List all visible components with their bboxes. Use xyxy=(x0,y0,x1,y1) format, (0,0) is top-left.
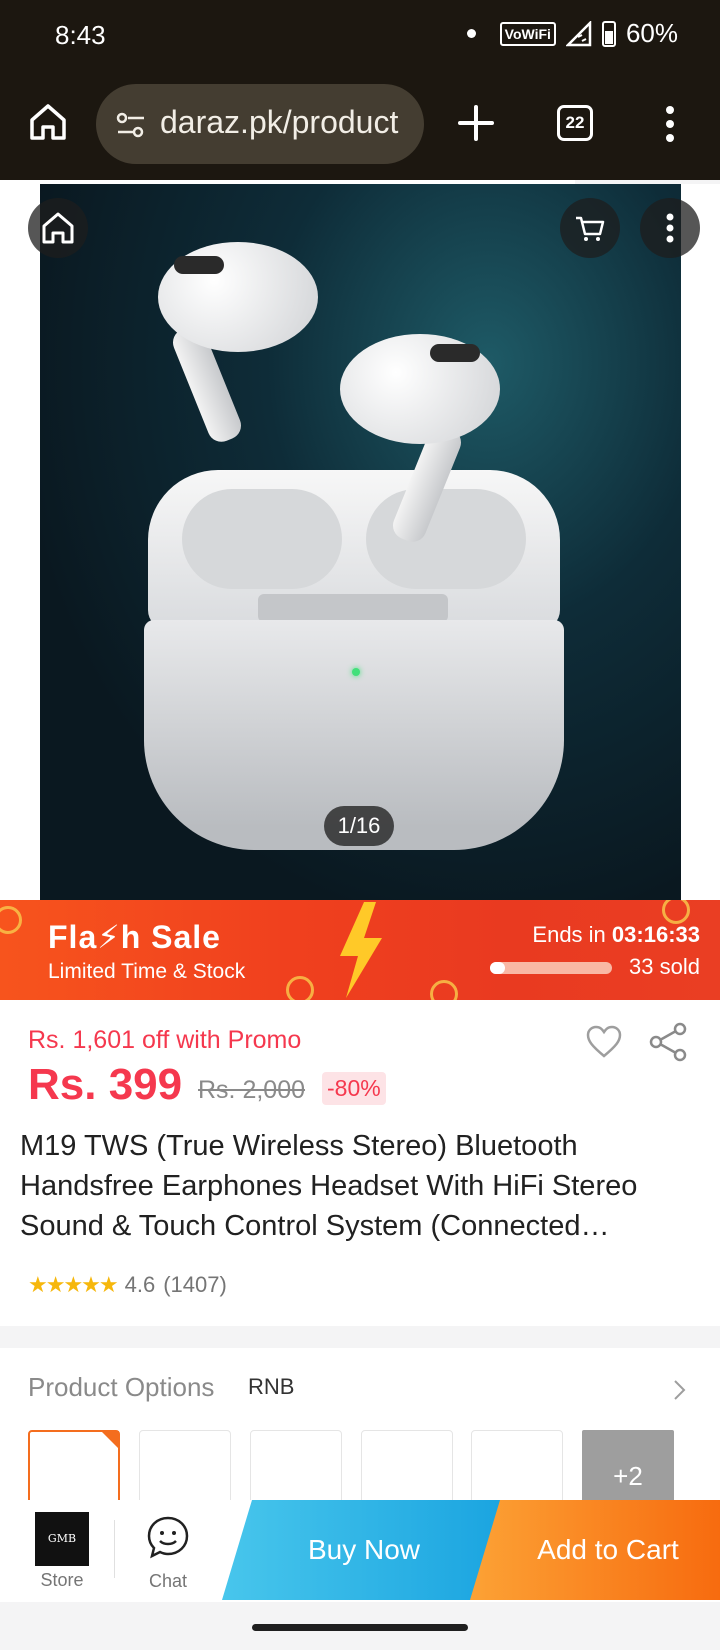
sold-count: 33 sold xyxy=(629,954,700,979)
flash-sale-banner[interactable]: Fla⚡h Sale Limited Time & Stock Ends in … xyxy=(0,900,720,1000)
option-tile[interactable] xyxy=(250,1430,342,1500)
original-price: Rs. 2,000 xyxy=(198,1076,306,1104)
vowifi-icon: VoWiFi xyxy=(499,21,556,46)
rating-value: 4.6 xyxy=(124,1272,156,1297)
rating-stars-icon: ★★★★★ xyxy=(28,1272,119,1297)
product-info-card: Rs. 1,601 off with Promo Rs. 399 Rs. 2,0… xyxy=(0,1000,720,1326)
alarm-clock-icon xyxy=(286,976,314,1000)
buy-now-button[interactable]: Buy Now xyxy=(222,1500,506,1600)
bottom-action-bar: GMB Store Chat Buy Now Add to Cart xyxy=(0,1500,720,1602)
current-price: Rs. 399 xyxy=(28,1060,183,1109)
gallery-home-button[interactable] xyxy=(28,198,88,258)
countdown: Ends in 03:16:33 xyxy=(532,922,700,947)
selected-option: RNB xyxy=(248,1374,295,1399)
option-tile[interactable] xyxy=(139,1430,231,1500)
status-time: 8:43 xyxy=(55,20,106,50)
discount-badge: -80% xyxy=(322,1072,386,1105)
url-text[interactable]: daraz.pk/product xyxy=(160,104,398,141)
more-options-tile[interactable]: +2 xyxy=(582,1430,674,1500)
share-icon[interactable] xyxy=(648,1022,688,1062)
battery-percent: 60% xyxy=(625,18,678,48)
product-title: M19 TWS (True Wireless Stereo) Bluetooth… xyxy=(20,1130,638,1242)
tab-switcher-button[interactable]: 22 xyxy=(557,105,593,141)
countdown-timer: 03:16:33 xyxy=(611,922,700,947)
case-led xyxy=(352,668,360,676)
product-options-label: Product Options xyxy=(28,1372,215,1402)
sold-progress-fill xyxy=(490,962,505,974)
product-gallery[interactable]: 1/16 xyxy=(0,184,720,900)
home-icon xyxy=(42,212,74,244)
browser-toolbar: daraz.pk/product 22 xyxy=(0,72,720,180)
option-tile[interactable] xyxy=(471,1430,563,1500)
chevron-right-icon[interactable] xyxy=(672,1378,688,1402)
signal-icon xyxy=(565,20,592,46)
wishlist-heart-icon[interactable] xyxy=(584,1022,624,1062)
alarm-clock-icon xyxy=(0,906,22,934)
chat-label: Chat xyxy=(148,1571,188,1591)
battery-icon xyxy=(601,20,616,47)
alarm-clock-icon xyxy=(662,900,690,924)
review-count: (1407) xyxy=(163,1272,227,1297)
navigation-gesture-area xyxy=(0,1602,720,1650)
overflow-menu-icon[interactable] xyxy=(664,104,676,144)
site-settings-icon[interactable] xyxy=(114,108,148,142)
product-options[interactable]: Product Options RNB +2 xyxy=(0,1348,720,1500)
chat-icon xyxy=(147,1516,189,1559)
store-button[interactable]: GMB Store xyxy=(22,1510,102,1594)
cart-icon xyxy=(576,216,605,241)
option-tile-selected[interactable] xyxy=(28,1430,120,1500)
more-icon xyxy=(666,213,674,243)
alarm-clock-icon xyxy=(430,980,458,1000)
new-tab-icon[interactable] xyxy=(455,102,497,144)
status-icons: VoWiFi 60% xyxy=(466,18,678,49)
more-options-button[interactable] xyxy=(640,198,700,258)
store-label: Store xyxy=(40,1570,84,1590)
promo-text[interactable]: Rs. 1,601 off with Promo xyxy=(28,1026,301,1055)
home-gesture-pill[interactable] xyxy=(252,1624,468,1631)
status-bar: 8:43 VoWiFi 60% xyxy=(0,0,720,72)
sold-progress-bar xyxy=(490,962,612,974)
rating-row[interactable]: ★★★★★ 4.6 (1407) xyxy=(28,1272,227,1298)
option-tile[interactable] xyxy=(361,1430,453,1500)
image-counter: 1/16 xyxy=(324,806,394,846)
product-image[interactable] xyxy=(40,184,681,900)
flash-sale-subtitle: Limited Time & Stock xyxy=(48,960,246,983)
home-icon[interactable] xyxy=(26,100,70,144)
chat-button[interactable]: Chat xyxy=(128,1510,208,1594)
lightning-bolt-icon xyxy=(340,902,382,998)
store-logo: GMB xyxy=(35,1512,89,1566)
notification-dot-icon xyxy=(466,29,476,38)
cart-button[interactable] xyxy=(560,198,620,258)
add-to-cart-button[interactable]: Add to Cart xyxy=(470,1500,720,1600)
divider xyxy=(114,1520,115,1578)
address-bar[interactable]: daraz.pk/product xyxy=(96,84,424,164)
flash-sale-title: Fla⚡h Sale xyxy=(48,919,221,955)
